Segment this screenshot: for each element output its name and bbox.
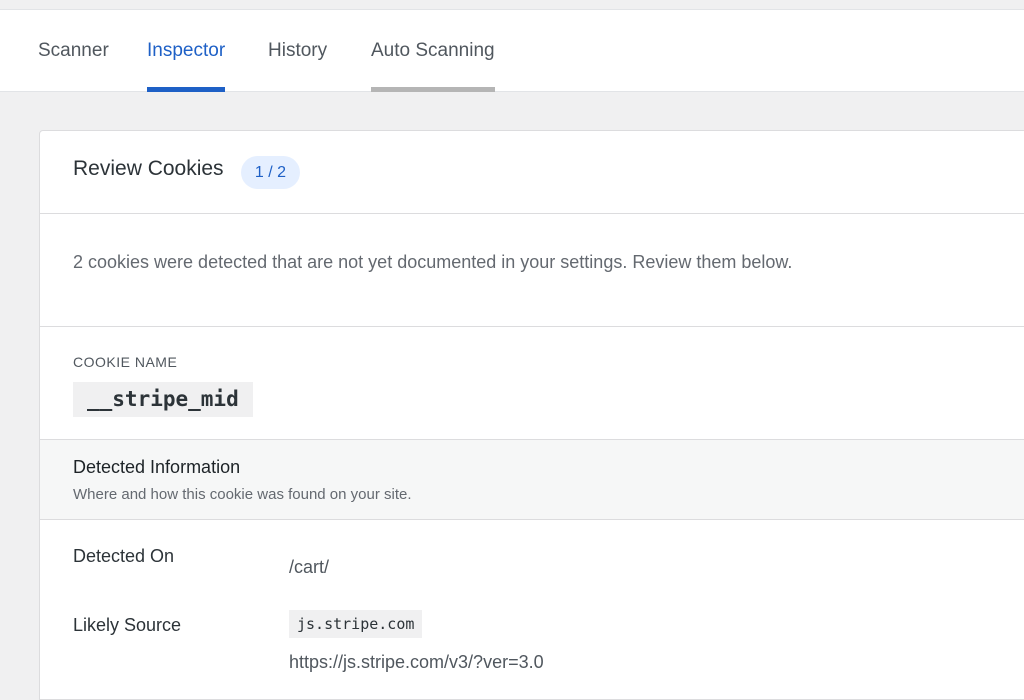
likely-source-label: Likely Source [73, 615, 182, 635]
tab-inspector-label: Inspector [147, 40, 226, 61]
detected-on-label: Detected On [73, 546, 175, 566]
cookie-name-value: __stripe_mid [73, 382, 253, 417]
tab-history[interactable]: History [268, 10, 327, 92]
top-strip [0, 0, 1024, 10]
active-tab-indicator [147, 87, 226, 92]
tab-scanner[interactable]: Scanner [38, 10, 109, 92]
tab-history-label: History [268, 40, 328, 61]
count-badge: 1 / 2 [241, 156, 300, 189]
detected-on-value: /cart/ [289, 557, 330, 577]
tab-inspector[interactable]: Inspector [147, 10, 226, 92]
detected-information-title: Detected Information [73, 457, 241, 477]
cookie-name-label: COOKIE NAME [73, 354, 178, 370]
notice-section: 2 cookies were detected that are not yet… [40, 214, 1024, 327]
tab-auto-scanning-label: Auto Scanning [371, 40, 495, 61]
tab-auto-scanning[interactable]: Auto Scanning [371, 10, 495, 92]
notice-text: 2 cookies were detected that are not yet… [73, 252, 793, 272]
likely-source-url: https://js.stripe.com/v3/?ver=3.0 [289, 652, 544, 672]
tab-bar: Scanner Inspector History Auto Scanning [0, 10, 1024, 92]
hover-tab-indicator [371, 87, 495, 92]
cookie-name-section: COOKIE NAME __stripe_mid [40, 327, 1024, 440]
card-header: Review Cookies 1 / 2 [40, 131, 1024, 214]
detected-information-subtitle: Where and how this cookie was found on y… [73, 486, 412, 503]
review-cookies-card: Review Cookies 1 / 2 2 cookies were dete… [39, 130, 1024, 700]
tab-scanner-label: Scanner [38, 40, 109, 61]
detected-information-header: Detected Information Where and how this … [40, 440, 1024, 520]
card-title: Review Cookies [73, 157, 224, 180]
likely-source-domain: js.stripe.com [289, 610, 423, 638]
